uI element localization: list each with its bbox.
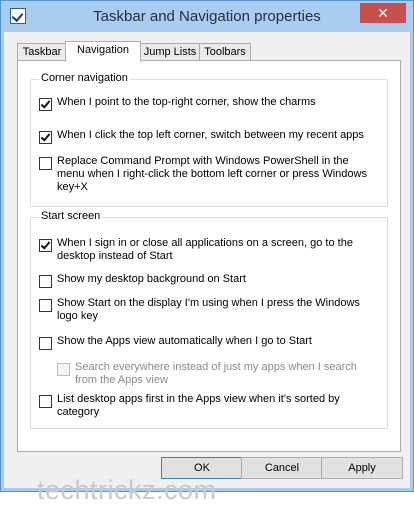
option-apps-view[interactable]: Show the Apps view automatically when I …	[39, 335, 377, 350]
option-search-everywhere: Search everywhere instead of just my app…	[57, 361, 361, 387]
apply-button[interactable]: Apply	[321, 457, 403, 479]
checkbox-apps-view[interactable]	[39, 337, 52, 350]
option-label: When I sign in or close all applications…	[57, 237, 353, 262]
option-show-charms[interactable]: When I point to the top-right corner, sh…	[39, 96, 377, 111]
tab-toolbars[interactable]: Toolbars	[199, 43, 251, 61]
watermark: techtrickz.com	[37, 475, 217, 505]
checkbox-desktop-background[interactable]	[39, 275, 52, 288]
option-label: Replace Command Prompt with Windows Powe…	[57, 155, 367, 193]
option-label: Show my desktop background on Start	[57, 273, 246, 285]
corner-navigation-group: Corner navigation When I point to the to…	[30, 72, 388, 207]
option-label: Search everywhere instead of just my app…	[75, 361, 357, 386]
option-label: When I click the top left corner, switch…	[57, 129, 364, 141]
title-bar: Taskbar and Navigation properties ✕	[2, 2, 412, 32]
option-desktop-background[interactable]: Show my desktop background on Start	[39, 273, 377, 288]
option-label: Show Start on the display I'm using when…	[57, 297, 360, 322]
checkbox-powershell[interactable]	[39, 157, 52, 170]
option-recent-apps[interactable]: When I click the top left corner, switch…	[39, 129, 377, 144]
checkbox-desktop-apps-first[interactable]	[39, 395, 52, 408]
start-screen-group: Start screen When I sign in or close all…	[30, 210, 388, 429]
checkbox-go-to-desktop[interactable]	[39, 239, 52, 252]
tab-jump-lists[interactable]: Jump Lists	[139, 43, 201, 61]
close-button[interactable]: ✕	[360, 3, 406, 23]
ok-button[interactable]: OK	[161, 457, 243, 479]
checkbox-search-everywhere	[57, 363, 70, 376]
window-title: Taskbar and Navigation properties	[93, 8, 321, 25]
checkbox-recent-apps[interactable]	[39, 131, 52, 144]
properties-window: Taskbar and Navigation properties ✕ Task…	[0, 0, 414, 505]
option-label: Show the Apps view automatically when I …	[57, 335, 312, 347]
option-label: When I point to the top-right corner, sh…	[57, 96, 316, 108]
tab-taskbar[interactable]: Taskbar	[17, 43, 67, 61]
option-start-on-display[interactable]: Show Start on the display I'm using when…	[39, 297, 377, 323]
checkbox-show-charms[interactable]	[39, 98, 52, 111]
start-screen-title: Start screen	[39, 210, 103, 222]
cancel-button[interactable]: Cancel	[241, 457, 323, 479]
option-label: List desktop apps first in the Apps view…	[57, 393, 340, 418]
checkbox-start-on-display[interactable]	[39, 299, 52, 312]
corner-navigation-title: Corner navigation	[39, 72, 130, 84]
option-desktop-apps-first[interactable]: List desktop apps first in the Apps view…	[39, 393, 377, 419]
tab-navigation[interactable]: Navigation	[65, 41, 141, 62]
option-go-to-desktop[interactable]: When I sign in or close all applications…	[39, 237, 377, 263]
option-powershell[interactable]: Replace Command Prompt with Windows Powe…	[39, 155, 377, 194]
navigation-panel: Corner navigation When I point to the to…	[17, 60, 401, 452]
dialog-client: Taskbar Navigation Jump Lists Toolbars C…	[9, 32, 407, 505]
